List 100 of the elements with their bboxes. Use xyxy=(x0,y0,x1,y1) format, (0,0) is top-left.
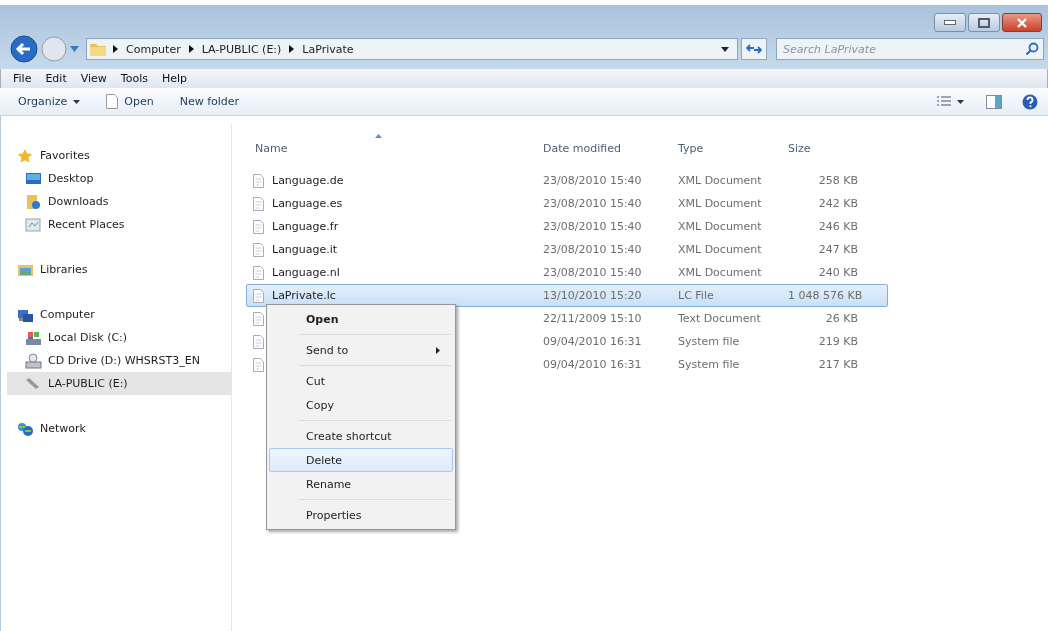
sidebar-item[interactable]: CD Drive (D:) WHSRST3_EN xyxy=(7,349,231,372)
sidebar-item[interactable]: Desktop xyxy=(7,167,231,190)
column-header[interactable]: Type xyxy=(678,141,788,155)
menu-item[interactable]: File xyxy=(13,72,32,85)
sidebar-icon xyxy=(25,216,42,233)
file-size: 26 KB xyxy=(824,312,858,325)
close-button[interactable] xyxy=(1002,13,1042,32)
back-button[interactable] xyxy=(10,35,38,63)
minimize-button[interactable] xyxy=(934,13,966,32)
file-icon xyxy=(253,219,264,234)
menu-item[interactable]: Edit xyxy=(45,72,67,85)
file-date: 13/10/2010 15:20 xyxy=(543,289,643,302)
file-row[interactable]: LaPrivate.lc 13/10/2010 15:20 LC File 1 048 576 KB xyxy=(246,284,888,307)
file-type: System file xyxy=(678,358,741,371)
menu-item[interactable]: Create shortcut xyxy=(269,424,453,448)
maximize-icon xyxy=(978,17,990,28)
file-date: 23/08/2010 15:40 xyxy=(543,266,643,279)
file-type: XML Document xyxy=(678,243,763,256)
breadcrumb[interactable]: LaPrivate xyxy=(302,42,354,56)
sidebar-item[interactable]: Network xyxy=(7,417,231,440)
file-icon xyxy=(253,334,264,349)
sidebar-icon xyxy=(25,329,42,346)
minimize-icon xyxy=(944,20,956,25)
file-type: XML Document xyxy=(678,220,763,233)
menu-item[interactable]: Tools xyxy=(120,72,148,85)
menu-item[interactable]: Rename xyxy=(269,472,453,496)
sidebar-icon xyxy=(17,420,34,437)
dropdown-icon[interactable] xyxy=(721,46,729,52)
file-date: 09/04/2010 16:31 xyxy=(543,358,643,371)
menu-item[interactable]: Delete xyxy=(269,448,453,472)
file-date: 23/08/2010 15:40 xyxy=(543,197,643,210)
refresh-icon xyxy=(746,42,762,56)
file-icon xyxy=(253,288,264,303)
help-icon[interactable] xyxy=(1022,93,1038,110)
column-header[interactable]: Name xyxy=(255,141,543,155)
organize-button[interactable]: Organize xyxy=(18,95,81,108)
refresh-button[interactable] xyxy=(741,38,767,60)
menu-item[interactable]: Properties xyxy=(269,503,453,527)
file-icon xyxy=(253,242,264,257)
file-type: XML Document xyxy=(678,266,763,279)
file-name: Language.es xyxy=(272,197,343,210)
maximize-button[interactable] xyxy=(968,13,1000,32)
file-size: 258 KB xyxy=(817,174,858,187)
sidebar-item[interactable]: LA-PUBLIC (E:) xyxy=(7,372,231,395)
file-icon xyxy=(253,357,264,372)
sidebar-icon xyxy=(25,193,42,210)
sidebar-item[interactable]: Downloads xyxy=(7,190,231,213)
file-type: XML Document xyxy=(678,174,763,187)
file-date: 22/11/2009 15:10 xyxy=(543,312,643,325)
sidebar-icon xyxy=(25,352,42,369)
caret-icon xyxy=(73,99,81,104)
file-size: 247 KB xyxy=(817,243,858,256)
view-options-icon[interactable] xyxy=(936,94,966,109)
file-date: 23/08/2010 15:40 xyxy=(543,243,643,256)
file-type: XML Document xyxy=(678,197,763,210)
file-type: Text Document xyxy=(678,312,762,325)
sort-arrow-icon xyxy=(375,133,382,138)
file-type: LC File xyxy=(678,289,715,302)
folder-icon xyxy=(89,41,107,57)
menu-item[interactable]: Help xyxy=(161,72,188,85)
open-button[interactable]: Open xyxy=(106,94,154,109)
file-size: 246 KB xyxy=(817,220,858,233)
close-icon xyxy=(1017,17,1027,28)
file-size: 219 KB xyxy=(817,335,858,348)
file-name: Language.nl xyxy=(272,266,340,279)
search-field[interactable]: Search LaPrivate xyxy=(776,38,1044,60)
file-date: 09/04/2010 16:31 xyxy=(543,335,643,348)
chevron-icon xyxy=(188,45,194,53)
sidebar-item[interactable]: Recent Places xyxy=(7,213,231,236)
file-icon xyxy=(253,173,264,188)
column-header[interactable]: Date modified xyxy=(543,141,678,155)
file-date: 23/08/2010 15:40 xyxy=(543,220,643,233)
new-folder-button[interactable]: New folder xyxy=(179,95,240,108)
sidebar-icon xyxy=(25,170,42,187)
breadcrumb[interactable]: Computer xyxy=(126,42,181,56)
menu-item[interactable]: Send to xyxy=(269,338,453,362)
file-icon xyxy=(253,196,264,211)
file-size: 217 KB xyxy=(817,358,858,371)
file-type: System file xyxy=(678,335,741,348)
chevron-icon xyxy=(113,45,118,53)
file-name: Language.it xyxy=(272,243,338,256)
sidebar-item[interactable]: Computer xyxy=(7,303,231,326)
address-bar[interactable]: Computer LA-PUBLIC (E:) LaPrivate xyxy=(86,38,738,60)
preview-pane-icon[interactable] xyxy=(986,94,1002,109)
file-icon xyxy=(253,265,264,280)
menu-item[interactable]: Open xyxy=(269,307,453,331)
file-name: Language.fr xyxy=(272,220,339,233)
sidebar-item[interactable]: Libraries xyxy=(7,258,231,281)
menu-item[interactable]: Copy xyxy=(269,393,453,417)
sidebar-item[interactable]: Local Disk (C:) xyxy=(7,326,231,349)
breadcrumb[interactable]: LA-PUBLIC (E:) xyxy=(201,42,282,56)
history-dropdown-icon[interactable] xyxy=(70,46,79,52)
chevron-icon xyxy=(289,45,295,53)
column-header[interactable]: Size xyxy=(788,141,858,155)
menu-item[interactable]: View xyxy=(80,72,107,85)
file-date: 23/08/2010 15:40 xyxy=(543,174,643,187)
document-icon xyxy=(106,94,119,109)
sidebar-item[interactable]: Favorites xyxy=(7,144,231,167)
menu-item[interactable]: Cut xyxy=(269,369,453,393)
search-icon xyxy=(1025,42,1039,56)
